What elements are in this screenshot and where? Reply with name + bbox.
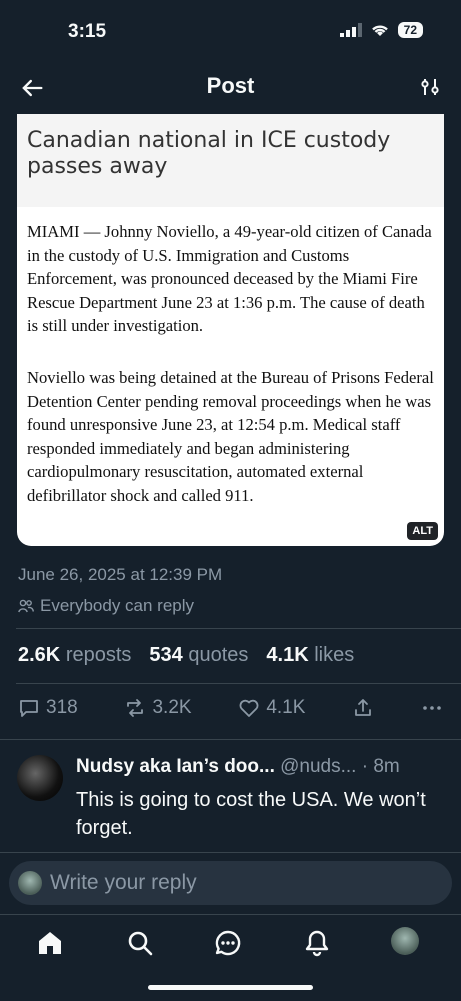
divider: [16, 683, 461, 684]
likes-label: likes: [314, 644, 355, 666]
reply-count: 318: [46, 697, 78, 718]
reply-scope-label: Everybody can reply: [40, 596, 195, 615]
tab-messages[interactable]: [213, 928, 243, 958]
post-timestamp: June 26, 2025 at 12:39 PM: [18, 565, 223, 584]
repost-count: 3.2K: [152, 697, 192, 718]
reply-time: · 8m: [361, 756, 400, 777]
quotes-label: quotes: [188, 644, 249, 666]
tab-profile[interactable]: [391, 927, 419, 955]
post-actions: 318 3.2K 4.1K: [18, 697, 443, 719]
likes-stat[interactable]: 4.1K likes: [266, 644, 354, 667]
engagement-stats: 2.6K reposts 534 quotes 4.1K likes: [18, 644, 354, 667]
tab-notifications[interactable]: [302, 928, 332, 958]
user-avatar: [18, 871, 42, 895]
reply-avatar[interactable]: [17, 755, 63, 801]
repost-button[interactable]: 3.2K: [124, 697, 192, 719]
heart-icon: [239, 699, 259, 717]
signal-icon: [339, 23, 362, 37]
comment-icon: [20, 700, 38, 717]
alt-text-badge[interactable]: ALT: [407, 522, 438, 540]
quotes-count: 534: [149, 644, 183, 666]
status-icons: 72: [339, 22, 423, 38]
post-image[interactable]: Canadian national in ICE custody passes …: [17, 114, 444, 546]
likes-count: 4.1K: [266, 644, 309, 666]
article-headline: Canadian national in ICE custody passes …: [27, 128, 391, 179]
reply-button[interactable]: 318: [18, 697, 78, 719]
more-horizontal-icon: [423, 706, 441, 710]
tab-home[interactable]: [35, 928, 65, 958]
reposts-stat[interactable]: 2.6K reposts: [18, 644, 131, 667]
thread-settings-button[interactable]: [419, 76, 441, 98]
sliders-icon: [421, 79, 439, 95]
notifications-icon: [305, 930, 329, 957]
search-icon: [128, 931, 153, 956]
reply-author-handle[interactable]: @nuds...: [280, 756, 356, 777]
reply-text: This is going to cost the USA. We won’t …: [76, 789, 426, 839]
divider: [0, 739, 461, 740]
article-paragraph-1: MIAMI — Johnny Noviello, a 49-year-old c…: [27, 222, 432, 335]
reply-author-name[interactable]: Nudsy aka Ian’s doo...: [76, 756, 275, 777]
wifi-icon: [371, 25, 388, 36]
messages-icon: [215, 930, 241, 956]
more-button[interactable]: [421, 697, 443, 719]
divider: [16, 628, 461, 629]
article-paragraph-2: Noviello was being detained at the Burea…: [27, 368, 434, 505]
reply-input-placeholder: Write your reply: [50, 871, 197, 894]
repost-icon: [127, 699, 144, 717]
share-button[interactable]: [352, 697, 374, 719]
reply-header: Nudsy aka Ian’s doo... @nuds... · 8m: [76, 756, 446, 778]
like-count: 4.1K: [266, 697, 306, 718]
reposts-count: 2.6K: [18, 644, 61, 666]
like-button[interactable]: 4.1K: [238, 697, 305, 719]
home-icon: [39, 932, 61, 954]
quotes-stat[interactable]: 534 quotes: [149, 644, 248, 667]
people-icon: [18, 599, 34, 613]
share-icon: [355, 699, 372, 716]
page-title: Post: [206, 73, 255, 98]
status-time: 3:15: [68, 21, 107, 42]
battery-indicator: 72: [397, 22, 423, 38]
reposts-label: reposts: [65, 644, 132, 666]
home-indicator: [148, 985, 313, 990]
reply-scope: Everybody can reply: [18, 596, 194, 616]
tab-search[interactable]: [125, 928, 155, 958]
